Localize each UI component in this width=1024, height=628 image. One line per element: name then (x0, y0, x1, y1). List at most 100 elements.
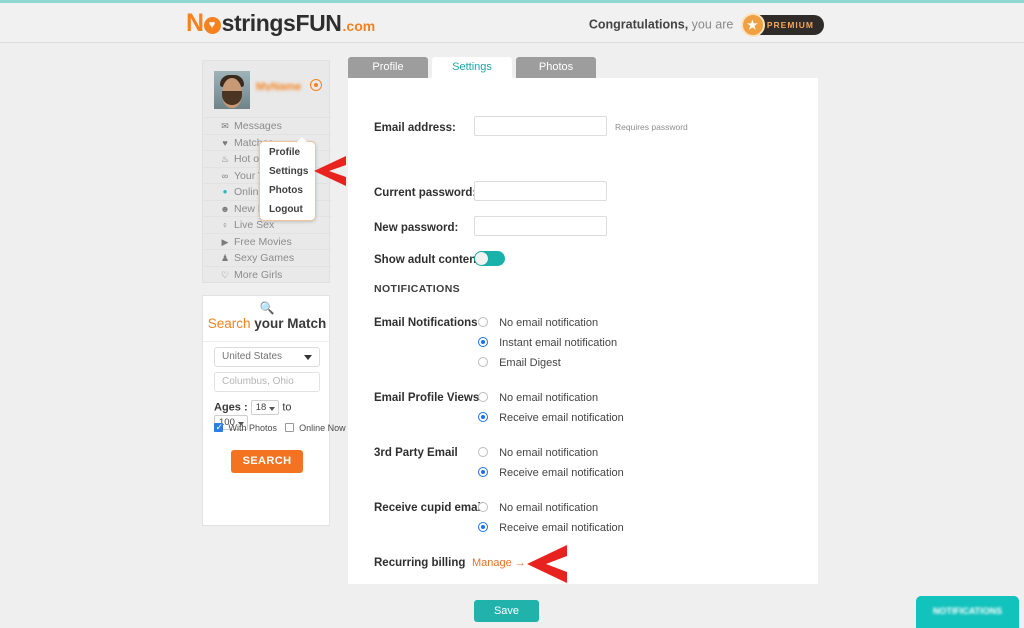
sidebar-item-messages[interactable]: ✉ Messages (203, 117, 331, 134)
chevron-down-icon (269, 407, 276, 411)
logo-tld: .com (342, 18, 376, 34)
radio-label: Receive email notification (499, 467, 624, 479)
current-password-field[interactable] (474, 181, 607, 201)
logo-wordmark: stringsFUN (221, 9, 342, 36)
tab-settings[interactable]: Settings (432, 57, 512, 78)
account-dropdown-menu: Profile Settings Photos Logout (259, 137, 316, 221)
radio-icon (478, 447, 488, 457)
search-filters: With Photos Online Now (214, 422, 346, 433)
third-party-email-label: 3rd Party Email (374, 447, 458, 459)
new-password-field[interactable] (474, 216, 607, 236)
sidebar-item-free-movies[interactable]: ▶ Free Movies (203, 232, 331, 250)
settings-tabs: Profile Settings Photos (348, 57, 818, 78)
email-field[interactable] (474, 116, 607, 136)
premium-badge[interactable]: ★ PREMIUM (740, 13, 824, 37)
username-label[interactable]: MyName (256, 81, 306, 91)
new-password-label: New password: (374, 222, 459, 234)
online-dot-icon: • (222, 184, 228, 199)
sidebar-item-sexy-games[interactable]: ♟ Sexy Games (203, 249, 331, 266)
save-button[interactable]: Save (474, 600, 539, 622)
chat-widget[interactable]: NOTIFICATIONS (916, 596, 1019, 628)
current-password-label: Current password: (374, 187, 477, 199)
radio-icon (478, 317, 488, 327)
radio-cupid-receive[interactable]: Receive email notification (478, 522, 624, 534)
radio-icon (478, 502, 488, 512)
chat-widget-label: NOTIFICATIONS (932, 606, 1003, 616)
country-select[interactable]: United States (214, 347, 320, 367)
show-adult-content-toggle[interactable] (474, 251, 505, 266)
radio-third-party-none[interactable]: No email notification (478, 447, 598, 459)
site-logo[interactable]: N stringsFUN .com (186, 10, 375, 36)
radio-label: No email notification (499, 317, 599, 329)
age-min-value: 18 (255, 402, 267, 413)
online-now-label: Online Now (299, 423, 346, 433)
sidebar-item-more-girls[interactable]: ♡ More Girls (203, 265, 331, 283)
heart-icon: ♥ (222, 137, 228, 148)
radio-label: Receive email notification (499, 412, 624, 424)
radio-icon-selected (478, 412, 488, 422)
dropdown-item-photos[interactable]: Photos (260, 183, 315, 199)
people-icon: ☻ (220, 203, 230, 214)
radio-icon (478, 357, 488, 367)
show-adult-content-label: Show adult content (374, 254, 481, 266)
radio-icon-selected (478, 522, 488, 532)
envelope-icon: ✉ (221, 121, 229, 131)
age-min-select[interactable]: 18 (250, 400, 280, 415)
radio-label: No email notification (499, 447, 599, 459)
search-card-title: Search your Match (203, 316, 331, 331)
gamepad-icon: ♟ (220, 253, 230, 263)
with-photos-checkbox[interactable] (214, 422, 223, 433)
search-title-rest: your Match (254, 316, 327, 331)
notifications-heading: NOTIFICATIONS (374, 283, 461, 295)
recurring-billing-label: Recurring billing (374, 557, 466, 569)
dropdown-item-profile[interactable]: Profile (260, 145, 315, 161)
with-photos-label: With Photos (228, 423, 278, 433)
gear-icon[interactable] (310, 79, 322, 91)
search-icon: 🔍 (259, 301, 275, 315)
online-now-checkbox[interactable] (284, 423, 294, 432)
ages-to-label: to (282, 401, 292, 414)
logo-letter-n: N (186, 8, 204, 37)
radio-profile-views-none[interactable]: No email notification (478, 392, 598, 404)
sidebar-item-label: Sexy Games (234, 252, 295, 264)
city-input[interactable]: Columbus, Ohio (214, 372, 320, 392)
manage-billing-link[interactable]: Manage → (472, 557, 526, 569)
camera-icon: ♀ (221, 220, 229, 230)
email-profile-views-label: Email Profile Views (374, 392, 480, 404)
search-button[interactable]: SEARCH (231, 450, 303, 473)
country-select-value: United States (222, 351, 283, 362)
email-hint: Requires password (615, 122, 688, 132)
premium-status: Congratulations, you are ★ PREMIUM (589, 13, 824, 37)
radio-profile-views-receive[interactable]: Receive email notification (478, 412, 624, 424)
radio-email-notifications-digest[interactable]: Email Digest (478, 357, 561, 369)
dropdown-item-settings[interactable]: Settings (260, 164, 315, 180)
sidebar-item-label: Messages (234, 120, 282, 132)
site-header: N stringsFUN .com Congratulations, you a… (0, 3, 1024, 43)
radio-email-notifications-instant[interactable]: Instant email notification (478, 337, 617, 349)
sidebar-item-label: More Girls (234, 268, 283, 281)
cupid-email-label: Receive cupid email (374, 502, 484, 514)
settings-panel: Email address: Requires password Current… (348, 78, 818, 622)
star-icon: ★ (740, 13, 765, 37)
radio-label: No email notification (499, 392, 599, 404)
search-title-accent: Search (207, 316, 251, 331)
film-icon: ▶ (221, 236, 229, 247)
ages-label: Ages : (214, 401, 248, 414)
toggle-knob (475, 252, 488, 265)
radio-email-notifications-none[interactable]: No email notification (478, 317, 598, 329)
radio-cupid-none[interactable]: No email notification (478, 502, 598, 514)
flame-icon: ♨ (220, 154, 230, 164)
radio-label: Email Digest (499, 357, 561, 369)
shield-heart-icon: ♡ (220, 269, 230, 280)
email-address-label: Email address: (374, 122, 456, 134)
radio-label: No email notification (499, 502, 599, 514)
avatar[interactable] (214, 71, 250, 109)
annotation-arrow-settings (312, 154, 348, 188)
congrats-subtext: you are (691, 17, 734, 32)
tab-photos[interactable]: Photos (516, 57, 596, 78)
dropdown-item-logout[interactable]: Logout (260, 202, 315, 218)
sidebar-item-label: Free Movies (234, 235, 292, 248)
radio-third-party-receive[interactable]: Receive email notification (478, 467, 624, 479)
search-card-divider (203, 341, 331, 342)
tab-profile[interactable]: Profile (348, 57, 428, 78)
